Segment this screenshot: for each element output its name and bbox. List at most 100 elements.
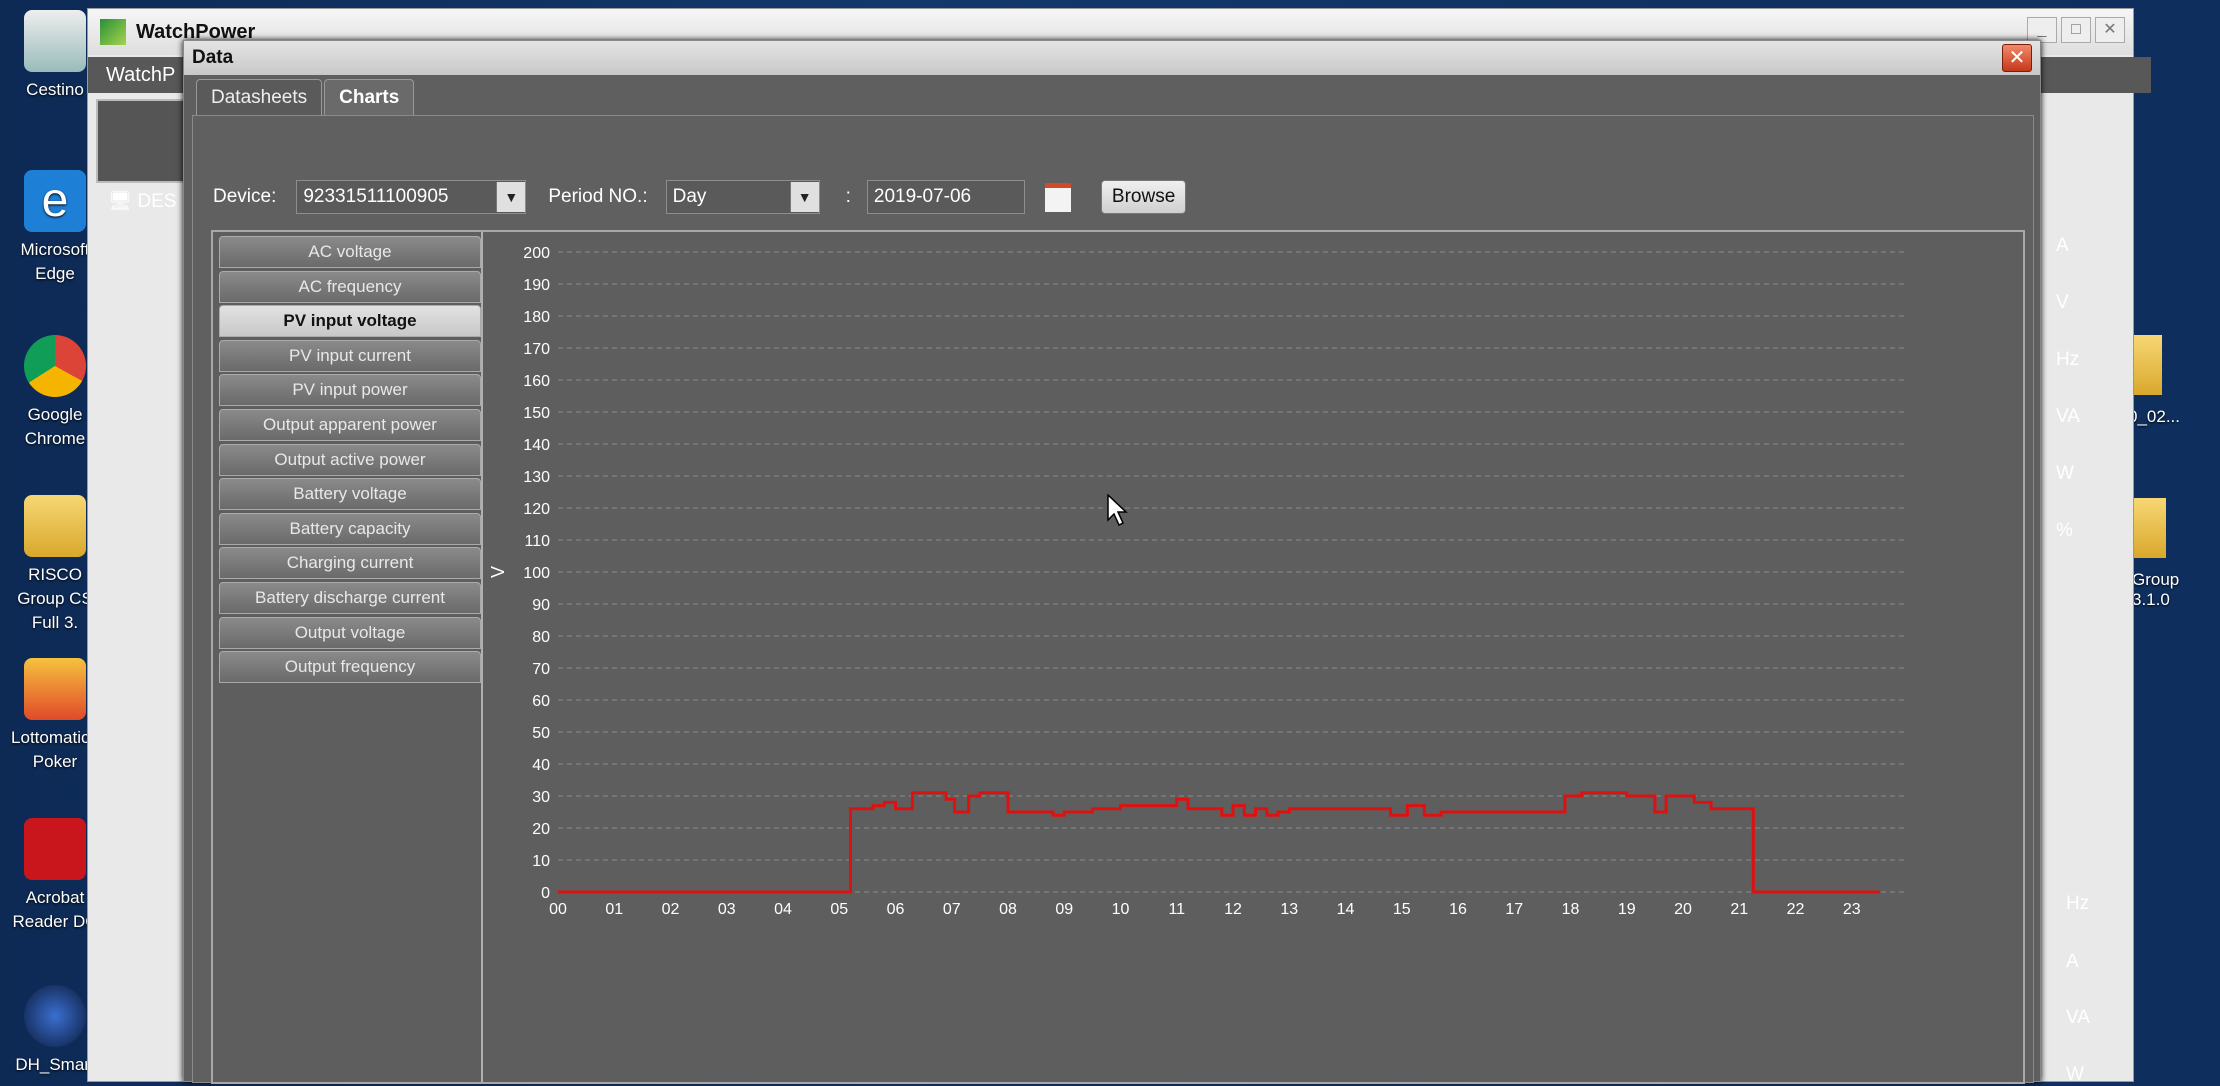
param-pv-input-voltage[interactable]: PV input voltage	[219, 305, 481, 338]
param-output-active-power[interactable]: Output active power	[219, 443, 481, 476]
x-tick-label: 14	[1337, 901, 1355, 918]
x-tick-label: 05	[830, 901, 848, 918]
param-output-apparent-power[interactable]: Output apparent power	[219, 408, 481, 441]
close-icon[interactable]: ✕	[2095, 17, 2125, 43]
param-battery-discharge-current[interactable]: Battery discharge current	[219, 581, 481, 614]
period-label: Period NO.:	[548, 186, 648, 207]
edge-icon: e	[24, 170, 86, 232]
x-tick-label: 19	[1618, 901, 1636, 918]
y-tick-label: 90	[532, 597, 550, 614]
x-tick-label: 07	[943, 901, 961, 918]
y-tick-label: 40	[532, 757, 550, 774]
unit-label: A	[2066, 951, 2079, 972]
param-battery-capacity[interactable]: Battery capacity	[219, 512, 481, 545]
chevron-down-icon[interactable]: ▼	[789, 182, 819, 212]
param-output-frequency[interactable]: Output frequency	[219, 651, 481, 684]
param-battery-voltage[interactable]: Battery voltage	[219, 478, 481, 511]
charts-panel: Device: 92331511100905 ▼ Period NO.: Day…	[192, 115, 2034, 1084]
y-tick-label: 50	[532, 725, 550, 742]
y-tick-label: 150	[523, 405, 550, 422]
dialog-title: Data	[192, 47, 234, 68]
param-ac-frequency[interactable]: AC frequency	[219, 270, 481, 303]
chart-frame: AC voltage AC frequency PV input voltage…	[211, 230, 2025, 1084]
unit-label: %	[2056, 520, 2073, 541]
device-label: Device:	[213, 186, 277, 207]
tab-datasheets[interactable]: Datasheets	[196, 79, 323, 116]
date-separator: :	[845, 186, 851, 207]
y-tick-label: 180	[523, 309, 550, 326]
period-value: Day	[672, 186, 707, 207]
y-tick-label: 200	[523, 245, 550, 262]
x-tick-label: 09	[1055, 901, 1073, 918]
poker-icon	[24, 658, 86, 720]
x-tick-label: 11	[1168, 901, 1185, 918]
y-tick-label: 80	[532, 629, 550, 646]
x-tick-label: 08	[999, 901, 1017, 918]
series-line-pv-voltage	[558, 791, 1880, 894]
chevron-down-icon[interactable]: ▼	[496, 182, 526, 212]
main-menu-text: WatchP	[106, 64, 176, 86]
x-tick-label: 16	[1449, 901, 1467, 918]
x-tick-label: 10	[1112, 901, 1130, 918]
calendar-icon[interactable]	[1044, 182, 1071, 212]
dialog-title-bar: Data ✕	[184, 41, 2040, 75]
y-axis-label: V	[488, 566, 508, 578]
acrobat-icon	[24, 818, 86, 880]
date-field[interactable]: 2019-07-06	[866, 180, 1025, 214]
desktop-icon-label: Group 3.1.0	[2132, 570, 2180, 609]
maximize-icon[interactable]: □	[2061, 17, 2091, 43]
desktop-icon-right-2[interactable]: Group 3.1.0	[2132, 498, 2212, 610]
param-output-voltage[interactable]: Output voltage	[219, 616, 481, 649]
x-tick-label: 06	[887, 901, 905, 918]
x-tick-label: 21	[1730, 901, 1748, 918]
tree-node-label[interactable]: DES	[137, 191, 176, 212]
param-pv-input-current[interactable]: PV input current	[219, 339, 481, 372]
unit-label: A	[2056, 235, 2069, 256]
device-select[interactable]: 92331511100905 ▼	[296, 180, 527, 214]
y-tick-label: 110	[524, 533, 550, 550]
x-tick-label: 13	[1280, 901, 1298, 918]
y-tick-label: 30	[532, 789, 550, 806]
desktop-icon-right-1[interactable]: 0_02...	[2128, 335, 2180, 427]
x-tick-label: 18	[1562, 901, 1580, 918]
unit-label: V	[2056, 292, 2069, 313]
dialog-tabs: Datasheets Charts	[196, 79, 416, 116]
x-tick-label: 02	[662, 901, 680, 918]
x-tick-label: 17	[1505, 901, 1523, 918]
param-charging-current[interactable]: Charging current	[219, 547, 481, 580]
camera-icon	[24, 985, 86, 1047]
period-select[interactable]: Day ▼	[665, 180, 820, 214]
param-ac-voltage[interactable]: AC voltage	[219, 236, 481, 268]
unit-label: W	[2066, 1064, 2084, 1085]
x-tick-label: 23	[1843, 901, 1861, 918]
folder-icon	[24, 495, 86, 557]
unit-label: VA	[2056, 406, 2080, 427]
y-tick-label: 10	[532, 853, 550, 870]
close-button[interactable]: ✕	[2002, 44, 2032, 72]
computer-icon: 🖥	[108, 191, 133, 212]
desktop-icon-label: 0_02...	[2128, 407, 2180, 426]
y-tick-label: 70	[532, 661, 550, 678]
tab-charts[interactable]: Charts	[324, 79, 415, 116]
x-tick-label: 15	[1393, 901, 1411, 918]
pv-voltage-chart: 0102030405060708090100110120130140150160…	[488, 245, 1908, 918]
x-tick-label: 12	[1224, 901, 1242, 918]
y-tick-label: 190	[523, 277, 550, 294]
browse-button[interactable]: Browse	[1100, 180, 1187, 214]
chrome-icon	[24, 335, 86, 397]
y-tick-label: 160	[523, 373, 550, 390]
y-tick-label: 170	[523, 341, 550, 358]
watchpower-logo-icon	[100, 19, 126, 45]
folder-icon	[2132, 498, 2166, 558]
x-tick-label: 20	[1674, 901, 1692, 918]
x-tick-label: 04	[774, 901, 792, 918]
y-tick-label: 20	[532, 821, 550, 838]
y-tick-label: 60	[532, 693, 550, 710]
data-dialog: Data ✕ Datasheets Charts Device: 9233151…	[183, 40, 2041, 1084]
param-pv-input-power[interactable]: PV input power	[219, 374, 481, 407]
monitor-tool-button[interactable]	[96, 99, 190, 183]
y-tick-label: 100	[523, 565, 550, 582]
device-tree: 🖥 DES	[108, 189, 176, 213]
device-value: 92331511100905	[303, 186, 449, 207]
recycle-bin-icon	[24, 10, 86, 72]
